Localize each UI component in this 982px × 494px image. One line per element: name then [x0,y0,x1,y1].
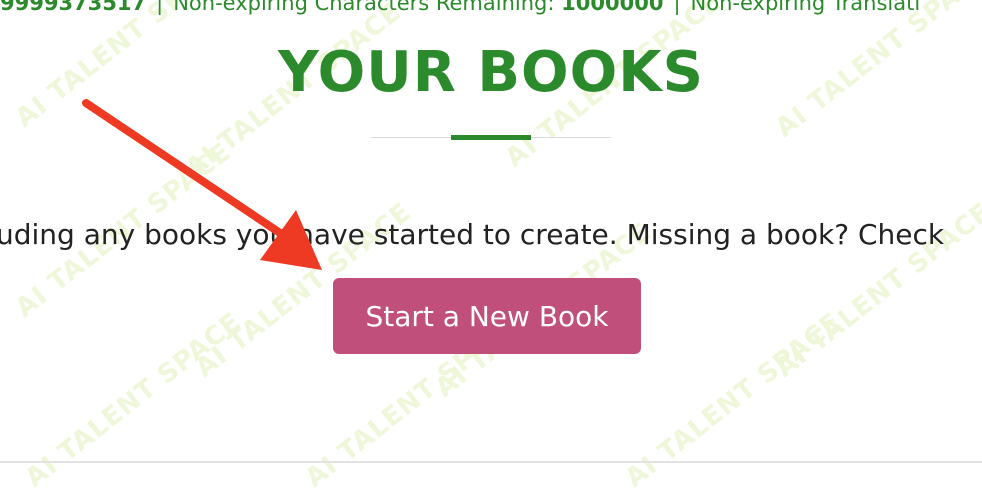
start-new-book-button[interactable]: Start a New Book [333,278,641,354]
stats-separator: | [673,0,681,15]
stats-translations-label: Non-expiring Translati [690,0,921,15]
page-title: YOUR BOOKS [278,40,704,105]
watermark-text: AI TALENT SPACE [20,306,248,494]
intro-text: uding any books you have started to crea… [0,218,945,251]
stats-prefix-number: 9999373517 [0,0,147,15]
stats-separator: | [156,0,164,15]
title-accent-bar [451,135,531,140]
stats-characters-label: Non-expiring Characters Remaining: [173,0,555,15]
bottom-divider [0,461,982,463]
account-stats-bar: 9999373517 | Non-expiring Characters Remai… [0,0,982,15]
watermark-text: AI TALENT SPACE [620,306,848,494]
stats-characters-remaining: 1000000 [561,0,664,15]
